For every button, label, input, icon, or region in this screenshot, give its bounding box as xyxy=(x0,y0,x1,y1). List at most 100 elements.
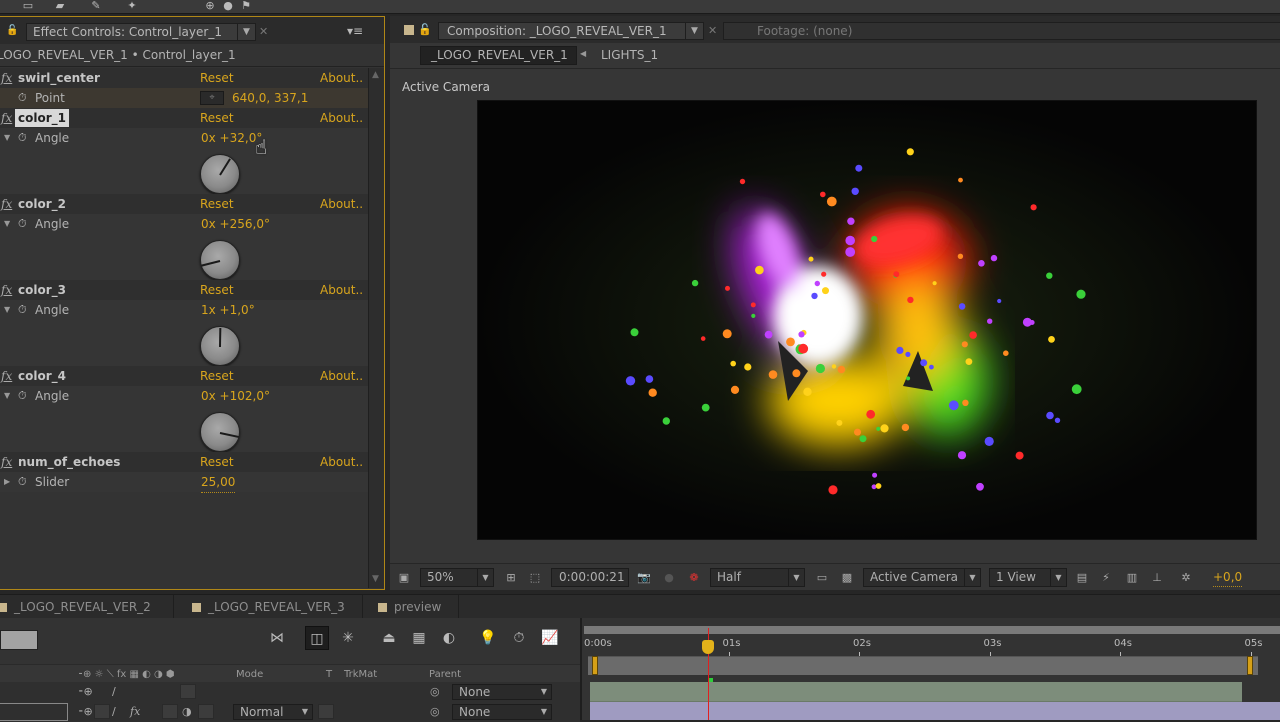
resolution-select[interactable]: Half ▼ xyxy=(710,568,805,587)
effect-header[interactable]: fx num_of_echoes Reset About.. xyxy=(0,452,368,473)
scroll-up-icon[interactable]: ▲ xyxy=(372,70,379,80)
crosshair-icon[interactable]: ⌖ xyxy=(200,91,224,105)
reset-button[interactable]: Reset xyxy=(200,366,234,387)
angle-knob[interactable] xyxy=(200,326,240,366)
adjustment-switch[interactable] xyxy=(180,684,196,699)
layer-duration-bar[interactable] xyxy=(590,682,1242,702)
effect-header[interactable]: fx color_4 Reset About.. xyxy=(0,366,368,387)
expand-triangle-icon[interactable]: ▼ xyxy=(4,214,10,234)
safe-margins-icon[interactable]: ⊞ xyxy=(502,569,520,586)
time-navigator[interactable] xyxy=(584,626,1280,634)
stopwatch-icon[interactable]: ⏱ xyxy=(18,88,27,108)
snapshot-camera-icon[interactable]: 📷 xyxy=(635,569,653,586)
effect-header[interactable]: fx swirl_center Reset About.. xyxy=(0,68,368,89)
effect-header[interactable]: fx color_1 Reset About.. xyxy=(0,108,368,129)
about-button[interactable]: About.. xyxy=(320,452,364,473)
preserve-transparency-switch[interactable] xyxy=(318,704,334,719)
draft-3d-icon[interactable]: ◫ xyxy=(305,626,329,650)
expand-triangle-icon[interactable]: ▼ xyxy=(4,386,10,406)
reset-button[interactable]: Reset xyxy=(200,68,234,89)
quality-switch-icon[interactable]: ∕ xyxy=(112,682,116,702)
frame-blending-icon[interactable]: ▦ xyxy=(407,626,431,650)
frame-blend-switch[interactable] xyxy=(162,704,178,719)
toggle-pixel-aspect-icon[interactable]: ▤ xyxy=(1073,569,1091,586)
timeline-icon[interactable]: ▥ xyxy=(1123,569,1141,586)
tab-logo-reveal-ver-2[interactable]: _LOGO_REVEAL_VER_2 xyxy=(0,595,174,619)
point-value[interactable]: 640,0, 337,1 xyxy=(232,88,309,109)
composition-viewer[interactable] xyxy=(477,100,1257,540)
eraser-tool-icon[interactable]: ▰ xyxy=(52,0,68,12)
chevron-down-icon[interactable]: ▼ xyxy=(237,24,255,40)
subtab-lights[interactable]: LIGHTS_1 xyxy=(601,48,658,62)
fx-icon[interactable]: fx xyxy=(1,452,12,472)
view-axis-icon[interactable]: ⚑ xyxy=(238,0,254,12)
stopwatch-icon[interactable]: ⏱ xyxy=(18,472,27,492)
pick-whip-icon[interactable]: ◎ xyxy=(430,702,440,722)
about-button[interactable]: About.. xyxy=(320,280,364,301)
parent-select[interactable]: None ▼ xyxy=(452,684,552,700)
tab-effect-controls[interactable]: Effect Controls: Control_layer_1 ▼ xyxy=(26,23,256,41)
current-time-field[interactable]: 0:00:00:21 xyxy=(551,568,629,587)
collapse-switch[interactable] xyxy=(94,704,110,719)
composition-mini-flowchart-icon[interactable]: ⋈ xyxy=(265,626,289,650)
shy-switch-icon[interactable]: ⁃⊕ xyxy=(78,702,93,722)
about-button[interactable]: About.. xyxy=(320,366,364,387)
timeline-search-input[interactable] xyxy=(0,630,38,650)
fx-icon[interactable]: fx xyxy=(1,366,12,386)
expand-triangle-icon[interactable]: ▶ xyxy=(4,472,10,492)
fx-switch-icon[interactable]: fx xyxy=(130,702,140,722)
world-axis-icon[interactable]: ● xyxy=(220,0,236,12)
shy-layers-icon[interactable]: ✳ xyxy=(336,626,360,650)
blend-mode-select[interactable]: Normal ▼ xyxy=(233,704,313,720)
work-area-end-handle[interactable] xyxy=(1247,656,1253,675)
3d-layer-switch[interactable] xyxy=(198,704,214,719)
auto-keyframe-icon[interactable]: ⏱ xyxy=(507,626,531,650)
fx-icon[interactable]: fx xyxy=(1,68,12,88)
show-snapshot-icon[interactable]: ● xyxy=(661,569,677,586)
stopwatch-icon[interactable]: ⏱ xyxy=(18,214,27,234)
angle-value[interactable]: 0x +32,0° xyxy=(201,128,263,149)
chevron-down-icon[interactable]: ▼ xyxy=(685,23,703,39)
stopwatch-icon[interactable]: ⏱ xyxy=(18,386,27,406)
fast-previews-icon[interactable]: ⚡ xyxy=(1097,569,1115,586)
reset-button[interactable]: Reset xyxy=(200,280,234,301)
pin-tool-icon[interactable]: ✦ xyxy=(124,0,140,12)
local-axis-icon[interactable]: ⊕ xyxy=(202,0,218,12)
motion-blur-icon[interactable]: ◐ xyxy=(437,626,461,650)
exposure-value[interactable]: +0,0 xyxy=(1213,569,1243,587)
angle-value[interactable]: 0x +256,0° xyxy=(201,214,270,235)
work-area-bar[interactable] xyxy=(588,656,1258,675)
tab-composition[interactable]: Composition: _LOGO_REVEAL_VER_1 ▼ xyxy=(438,22,704,40)
panel-menu-icon[interactable]: ▾≡ xyxy=(347,24,363,38)
slider-value[interactable]: 25,00 xyxy=(201,472,236,493)
region-of-interest-icon[interactable]: ▭ xyxy=(813,569,831,586)
always-preview-icon[interactable]: ▣ xyxy=(396,569,412,586)
magnification-select[interactable]: 50% ▼ xyxy=(420,568,494,587)
fx-icon[interactable]: fx xyxy=(1,194,12,214)
angle-knob[interactable] xyxy=(200,412,240,452)
tab-footage[interactable]: Footage: (none) xyxy=(723,22,1280,40)
lock-icon[interactable]: 🔓 xyxy=(6,25,18,37)
layer-duration-bar[interactable] xyxy=(590,702,1280,720)
expand-triangle-icon[interactable]: ▼ xyxy=(4,300,10,320)
expand-triangle-icon[interactable]: ▼ xyxy=(4,128,10,148)
fx-icon[interactable]: fx xyxy=(1,280,12,300)
subtab-logo-reveal[interactable]: _LOGO_REVEAL_VER_1 xyxy=(420,46,577,65)
effect-header[interactable]: fx color_3 Reset About.. xyxy=(0,280,368,301)
work-area-start-handle[interactable] xyxy=(592,656,598,675)
channel-rgb-icon[interactable]: ❁ xyxy=(685,569,703,586)
roto-tool-icon[interactable]: ▭ xyxy=(20,0,36,12)
brainstorm-icon[interactable]: 💡 xyxy=(476,626,500,650)
reset-button[interactable]: Reset xyxy=(200,194,234,215)
reset-button[interactable]: Reset xyxy=(200,452,234,473)
parent-select[interactable]: None ▼ xyxy=(452,704,552,720)
scrollbar[interactable]: ▲ ▼ xyxy=(368,68,384,588)
close-icon[interactable]: ✕ xyxy=(259,25,268,38)
stopwatch-icon[interactable]: ⏱ xyxy=(18,128,27,148)
tab-logo-reveal-ver-3[interactable]: _LOGO_REVEAL_VER_3 xyxy=(188,595,363,619)
quality-switch-icon[interactable]: ∕ xyxy=(112,702,116,722)
fx-icon[interactable]: fx xyxy=(1,108,12,128)
lock-icon[interactable]: 🔓 xyxy=(418,23,432,36)
scroll-down-icon[interactable]: ▼ xyxy=(372,574,379,584)
close-icon[interactable]: ✕ xyxy=(708,24,717,37)
